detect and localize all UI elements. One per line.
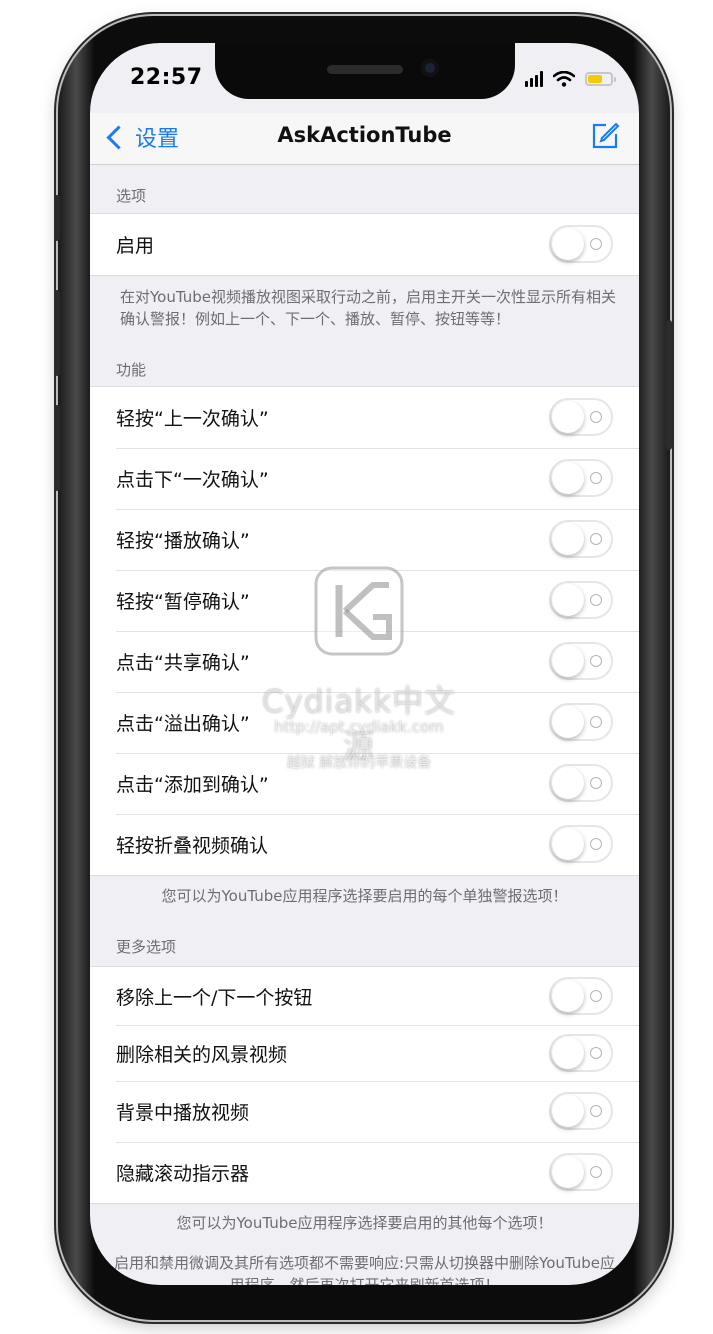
silent-switch: [54, 195, 60, 241]
add-to-confirm-toggle[interactable]: [549, 764, 613, 802]
power-button: [666, 320, 672, 450]
front-camera: [421, 59, 439, 77]
row-label: 隐藏滚动指示器: [116, 1163, 250, 1185]
row-label: 删除相关的风景视频: [116, 1043, 288, 1066]
row-add-to-confirm: 点击“添加到确认”: [90, 753, 639, 814]
background-play-toggle[interactable]: [549, 1092, 613, 1130]
battery-icon: [585, 72, 616, 86]
row-share-confirm: 点击“共享确认”: [90, 631, 639, 692]
row-label: 背景中播放视频: [116, 1102, 250, 1124]
share-confirm-toggle[interactable]: [549, 642, 613, 680]
wifi-icon: [553, 71, 575, 87]
status-icons: [525, 67, 616, 91]
row-label: 轻按“暂停确认”: [116, 591, 250, 613]
row-next-confirm: 点击下“一次确认”: [90, 448, 639, 509]
row-label: 点击“添加到确认”: [116, 774, 269, 796]
enable-toggle[interactable]: [549, 225, 613, 263]
volume-down-button: [54, 405, 60, 491]
row-collapse-confirm: 轻按折叠视频确认: [90, 814, 639, 875]
pause-confirm-toggle[interactable]: [549, 581, 613, 619]
row-label: 点击“溢出确认”: [116, 713, 250, 735]
row-label: 移除上一个/下一个按钮: [116, 986, 313, 1009]
next-confirm-toggle[interactable]: [549, 459, 613, 497]
row-label: 点击下“一次确认”: [116, 469, 269, 491]
group-options: 启用: [90, 213, 639, 276]
volume-up-button: [54, 290, 60, 376]
page-title: AskActionTube: [277, 123, 452, 147]
status-time: 22:57: [130, 65, 203, 90]
section-footer-features: 您可以为YouTube应用程序选择要启用的每个单独警报选项！: [161, 887, 568, 905]
row-play-confirm: 轻按“播放确认”: [90, 509, 639, 570]
group-more-options: 移除上一个/下一个按钮 删除相关的风景视频 背景中播放视频 隐藏滚动指示器: [90, 966, 639, 1204]
row-label: 轻按“播放确认”: [116, 530, 250, 552]
row-remove-landscape: 删除相关的风景视频: [90, 1025, 639, 1081]
row-label: 轻按“上一次确认”: [116, 408, 269, 430]
row-prev-confirm: 轻按“上一次确认”: [90, 387, 639, 448]
hide-scroll-indicator-toggle[interactable]: [549, 1153, 613, 1191]
row-label: 点击“共享确认”: [116, 652, 250, 674]
play-confirm-toggle[interactable]: [549, 520, 613, 558]
notch: [215, 43, 515, 99]
section-footer-options: 在对YouTube视频播放视图采取行动之前，启用主开关一次性显示所有相关确认警报…: [120, 288, 616, 328]
row-remove-prev-next: 移除上一个/下一个按钮: [90, 967, 639, 1025]
section-footer-respring-note: 启用和禁用微调及其所有选项都不需要响应:只需从切换器中删除YouTube应用程序…: [113, 1254, 616, 1285]
group-features: 轻按“上一次确认” 点击下“一次确认” 轻按“播放确认” 轻按“暂停确认” 点击…: [90, 386, 639, 876]
compose-icon[interactable]: [589, 119, 621, 151]
section-header-more-options: 更多选项: [116, 938, 177, 956]
row-enable: 启用: [90, 214, 639, 275]
section-header-features: 功能: [116, 361, 147, 379]
remove-prev-next-toggle[interactable]: [549, 977, 613, 1015]
overflow-confirm-toggle[interactable]: [549, 703, 613, 741]
row-pause-confirm: 轻按“暂停确认”: [90, 570, 639, 631]
collapse-confirm-toggle[interactable]: [549, 825, 613, 863]
remove-landscape-toggle[interactable]: [549, 1034, 613, 1072]
section-header-options: 选项: [116, 187, 147, 205]
row-hide-scroll-indicator: 隐藏滚动指示器: [90, 1142, 639, 1203]
speaker: [327, 65, 403, 74]
row-overflow-confirm: 点击“溢出确认”: [90, 692, 639, 753]
section-footer-more-options: 您可以为YouTube应用程序选择要启用的其他每个选项！: [176, 1214, 553, 1232]
prev-confirm-toggle[interactable]: [549, 398, 613, 436]
screen: 22:57 设置 AskActionTube 选项 启用 在对YouTube视频…: [90, 43, 639, 1285]
row-background-play: 背景中播放视频: [90, 1081, 639, 1142]
row-label: 轻按折叠视频确认: [116, 835, 269, 857]
navigation-bar: 设置 AskActionTube: [90, 113, 639, 165]
settings-list: 选项 启用 在对YouTube视频播放视图采取行动之前，启用主开关一次性显示所有…: [90, 165, 639, 1285]
row-label: 启用: [116, 235, 155, 257]
cellular-signal-icon: [525, 71, 543, 87]
